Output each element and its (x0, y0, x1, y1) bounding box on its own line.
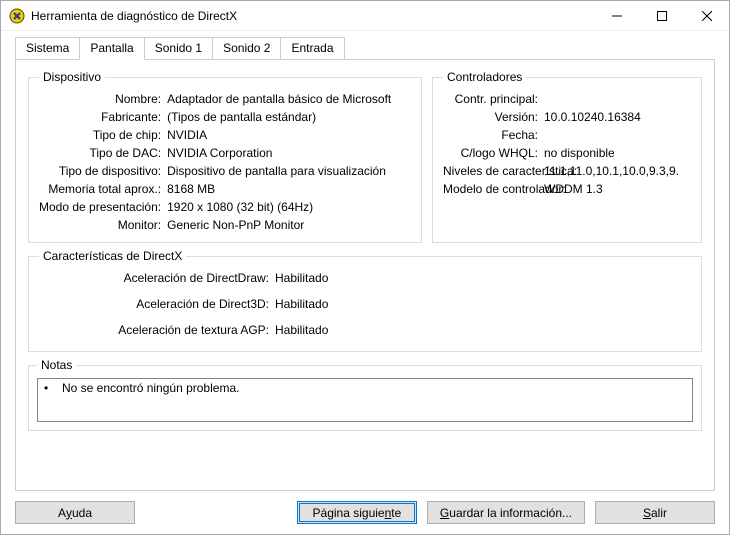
device-name-value: Adaptador de pantalla básico de Microsof… (167, 92, 411, 106)
device-mode-label: Modo de presentación: (39, 200, 161, 214)
device-type-label: Tipo de dispositivo: (39, 164, 161, 178)
device-mem-value: 8168 MB (167, 182, 411, 196)
bullet-icon: • (44, 381, 50, 395)
tab-pantalla[interactable]: Pantalla (79, 37, 144, 60)
close-button[interactable] (684, 1, 729, 30)
driver-whql-label: C/logo WHQL: (443, 146, 538, 160)
app-icon (9, 8, 25, 24)
device-monitor-value: Generic Non-PnP Monitor (167, 218, 411, 232)
notes-text: No se encontró ningún problema. (62, 381, 239, 395)
device-mem-label: Memoria total aprox.: (39, 182, 161, 196)
device-monitor-label: Monitor: (39, 218, 161, 232)
tab-strip: Sistema Pantalla Sonido 1 Sonido 2 Entra… (15, 37, 715, 59)
device-dac-label: Tipo de DAC: (39, 146, 161, 160)
dx-ddraw-value: Habilitado (275, 271, 691, 285)
device-type-value: Dispositivo de pantalla para visualizaci… (167, 164, 411, 178)
help-button[interactable]: Ayuda (15, 501, 135, 524)
driver-main-label: Contr. principal: (443, 92, 538, 106)
notes-textbox[interactable]: • No se encontró ningún problema. (37, 378, 693, 422)
window-title: Herramienta de diagnóstico de DirectX (31, 9, 594, 23)
save-info-button[interactable]: Guardar la información... (427, 501, 585, 524)
maximize-button[interactable] (639, 1, 684, 30)
notes-legend: Notas (37, 358, 76, 372)
dx-agp-value: Habilitado (275, 323, 691, 337)
device-mode-value: 1920 x 1080 (32 bit) (64Hz) (167, 200, 411, 214)
device-chip-label: Tipo de chip: (39, 128, 161, 142)
dxdiag-window: Herramienta de diagnóstico de DirectX Si… (0, 0, 730, 535)
device-chip-value: NVIDIA (167, 128, 411, 142)
driver-version-value: 10.0.10240.16384 (544, 110, 691, 124)
drivers-legend: Controladores (443, 70, 526, 84)
device-group: Dispositivo Nombre: Adaptador de pantall… (28, 70, 422, 243)
notes-group: Notas • No se encontró ningún problema. (28, 358, 702, 431)
tab-sistema[interactable]: Sistema (15, 37, 80, 59)
dx-d3d-label: Aceleración de Direct3D: (39, 297, 269, 311)
tab-sonido2[interactable]: Sonido 2 (212, 37, 281, 59)
driver-feature-value: 11.1,11.0,10.1,10.0,9.3,9. (544, 164, 691, 178)
tab-panel-pantalla: Dispositivo Nombre: Adaptador de pantall… (15, 59, 715, 491)
driver-model-value: WDDM 1.3 (544, 182, 691, 196)
dx-features-legend: Características de DirectX (39, 249, 186, 263)
exit-button[interactable]: Salir (595, 501, 715, 524)
driver-date-label: Fecha: (443, 128, 538, 142)
window-controls (594, 1, 729, 30)
content-area: Sistema Pantalla Sonido 1 Sonido 2 Entra… (1, 31, 729, 501)
drivers-group: Controladores Contr. principal: Versión:… (432, 70, 702, 243)
dx-ddraw-label: Aceleración de DirectDraw: (39, 271, 269, 285)
device-name-label: Nombre: (39, 92, 161, 106)
dx-agp-label: Aceleración de textura AGP: (39, 323, 269, 337)
titlebar: Herramienta de diagnóstico de DirectX (1, 1, 729, 31)
device-manufacturer-value: (Tipos de pantalla estándar) (167, 110, 411, 124)
tab-sonido1[interactable]: Sonido 1 (144, 37, 213, 59)
button-row: Ayuda Página siguiente Guardar la inform… (1, 501, 729, 534)
dx-d3d-value: Habilitado (275, 297, 691, 311)
dx-features-group: Características de DirectX Aceleración d… (28, 249, 702, 352)
driver-date-value (544, 128, 691, 142)
minimize-button[interactable] (594, 1, 639, 30)
driver-version-label: Versión: (443, 110, 538, 124)
device-manufacturer-label: Fabricante: (39, 110, 161, 124)
driver-feature-label: Niveles de característica: (443, 164, 538, 178)
next-page-button[interactable]: Página siguiente (297, 501, 417, 524)
device-legend: Dispositivo (39, 70, 105, 84)
driver-main-value (544, 92, 691, 106)
tab-entrada[interactable]: Entrada (280, 37, 344, 59)
driver-model-label: Modelo de controlador: (443, 182, 538, 196)
device-dac-value: NVIDIA Corporation (167, 146, 411, 160)
driver-whql-value: no disponible (544, 146, 691, 160)
